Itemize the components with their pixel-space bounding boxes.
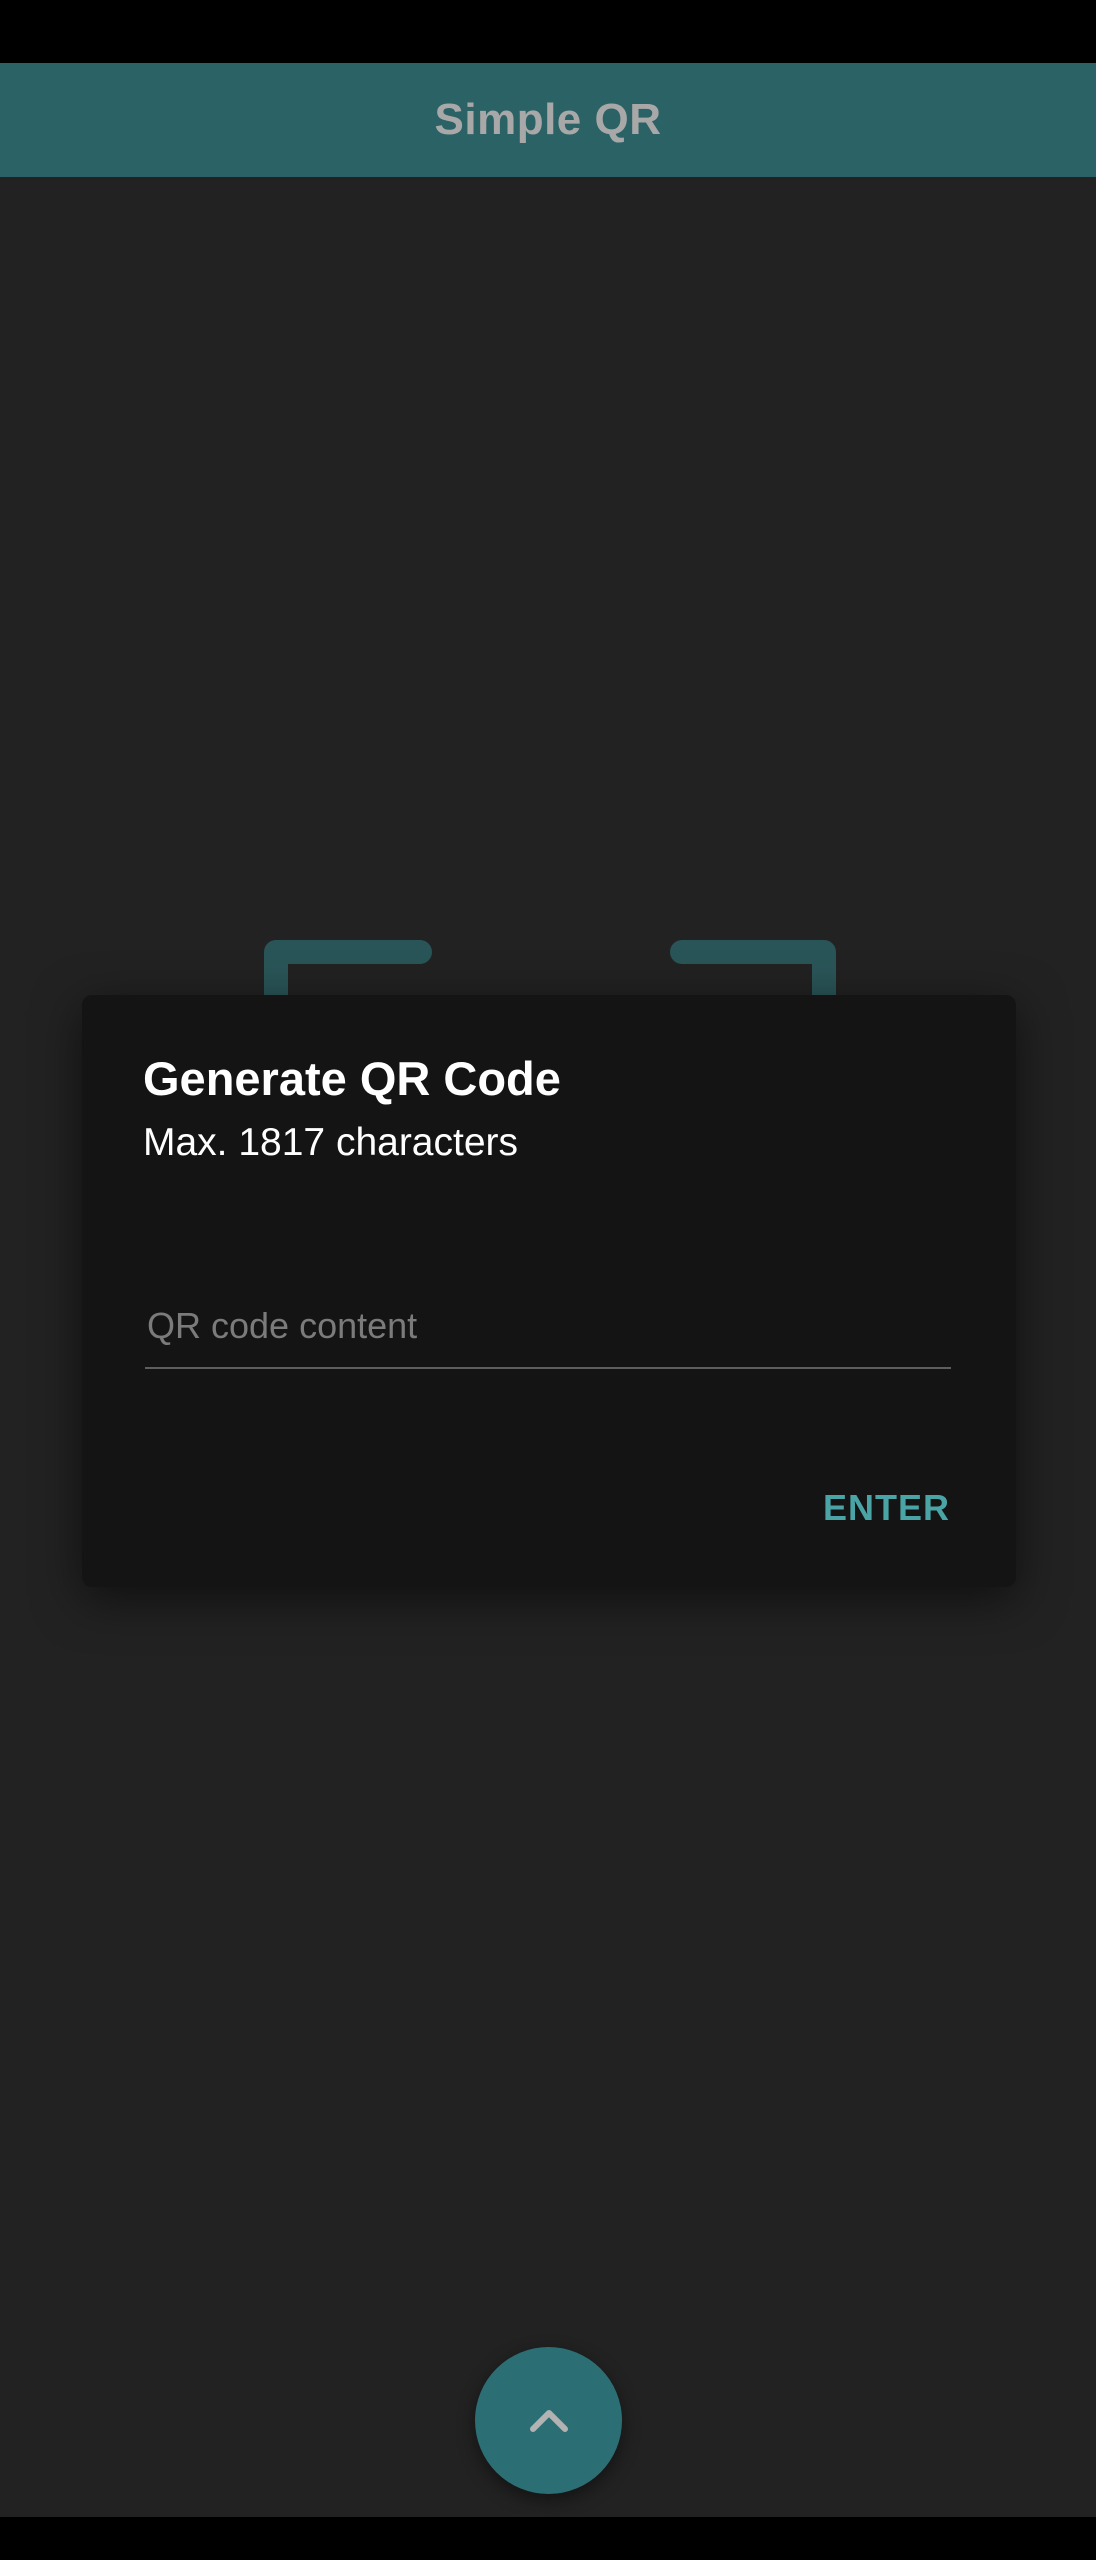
qr-content-input[interactable] — [145, 1285, 951, 1369]
generate-qr-dialog: Generate QR Code Max. 1817 characters EN… — [82, 995, 1016, 1587]
expand-fab-button[interactable] — [475, 2347, 622, 2494]
chevron-up-icon — [529, 2409, 568, 2432]
app-title: Simple QR — [434, 95, 662, 144]
status-bar — [0, 0, 1096, 63]
navigation-bar — [0, 2517, 1096, 2560]
app-bar: Simple QR — [0, 63, 1096, 177]
enter-button[interactable]: ENTER — [815, 1479, 958, 1537]
dialog-title: Generate QR Code — [143, 1052, 561, 1105]
dialog-subtitle: Max. 1817 characters — [143, 1121, 519, 1164]
